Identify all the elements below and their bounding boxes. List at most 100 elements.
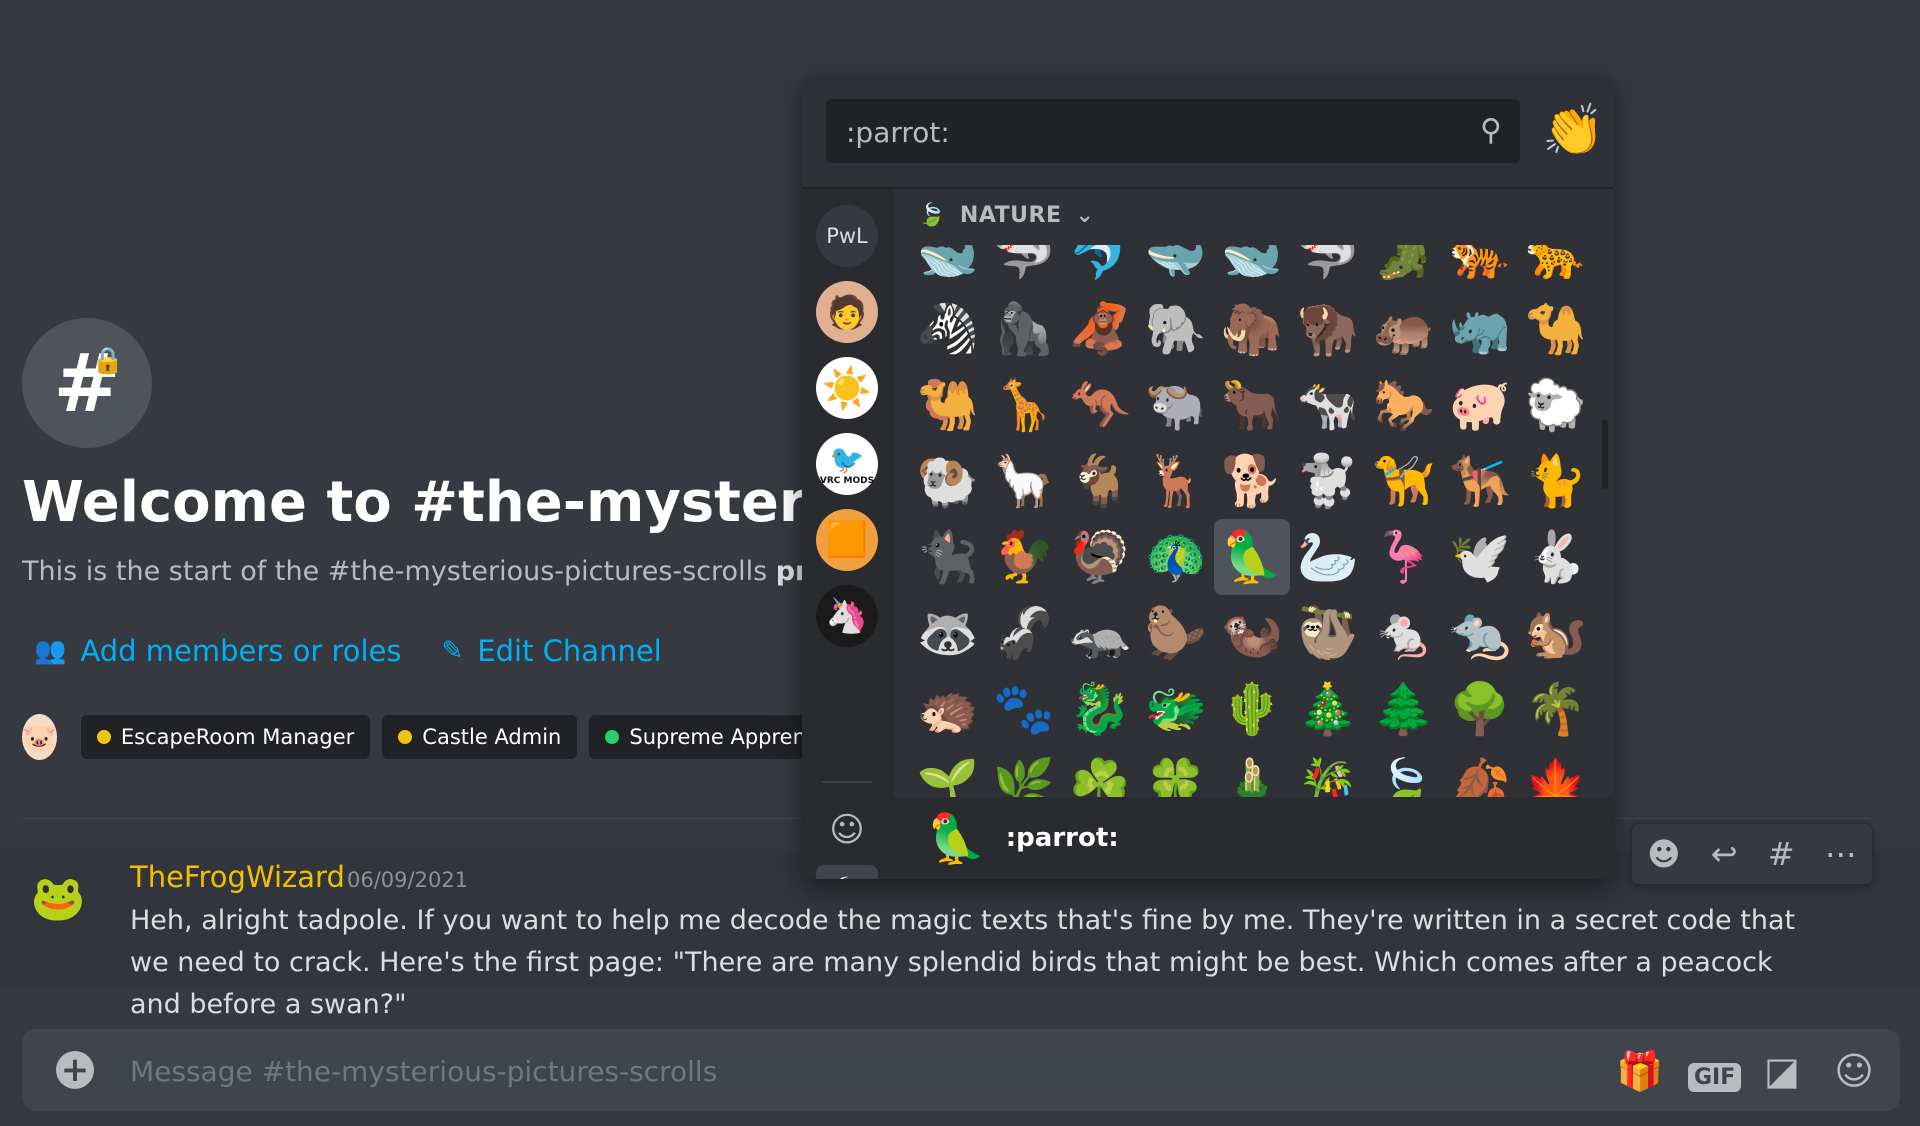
upload-plus-button[interactable]: + <box>56 1051 94 1089</box>
emoji-cell[interactable]: 🐲 <box>1138 671 1214 747</box>
add-reaction-icon[interactable]: ☻ <box>1647 835 1680 873</box>
emoji-cell[interactable]: 🍃 <box>1366 747 1442 798</box>
emoji-icon[interactable]: ☺ <box>1832 1049 1876 1093</box>
emoji-scrollbar[interactable] <box>1602 419 1608 489</box>
emoji-cell[interactable]: 🦛 <box>1366 291 1442 367</box>
emoji-cell[interactable]: 🦘 <box>1062 367 1138 443</box>
emoji-cell[interactable]: 🦥 <box>1290 595 1366 671</box>
emoji-cell[interactable]: 🦙 <box>986 443 1062 519</box>
sticker-icon[interactable]: ◪ <box>1760 1049 1804 1093</box>
emoji-search-input[interactable] <box>844 109 1448 155</box>
guild-vrcmods[interactable]: 🐦 VRC MODS <box>816 433 878 495</box>
emoji-cell[interactable]: 🐈 <box>1518 443 1594 519</box>
role-pill[interactable]: Castle Admin <box>382 715 578 759</box>
emoji-cell[interactable]: 🐋 <box>910 245 986 291</box>
skin-tone-selector-icon[interactable]: 👏 <box>1542 101 1604 160</box>
emoji-cell[interactable]: 🐪 <box>1518 291 1594 367</box>
emoji-cell[interactable]: 🦢 <box>1290 519 1366 595</box>
emoji-cell[interactable]: 🐈‍⬛ <box>910 519 986 595</box>
emoji-cell[interactable]: 🦒 <box>986 367 1062 443</box>
emoji-cell[interactable]: 🐀 <box>1442 595 1518 671</box>
emoji-cell[interactable]: 🐕‍🦺 <box>1442 443 1518 519</box>
emoji-cell[interactable]: 🎋 <box>1290 747 1366 798</box>
emoji-cell[interactable]: 🕊️ <box>1442 519 1518 595</box>
add-members-button[interactable]: 👥 Add members or roles <box>34 634 402 668</box>
emoji-cell[interactable]: 🐆 <box>1518 245 1594 291</box>
emoji-cell[interactable]: 🐕 <box>1214 443 1290 519</box>
emoji-cell[interactable]: 🎄 <box>1290 671 1366 747</box>
emoji-cell[interactable]: 🌿 <box>986 747 1062 798</box>
guild-avatar-person[interactable]: 🧑 <box>816 281 878 343</box>
emoji-cell[interactable]: 🦝 <box>910 595 986 671</box>
emoji-cell[interactable]: 🐘 <box>1138 291 1214 367</box>
emoji-cell[interactable]: 🦦 <box>1214 595 1290 671</box>
emoji-cell[interactable]: 🦍 <box>986 291 1062 367</box>
emoji-cell[interactable]: 🦌 <box>1138 443 1214 519</box>
emoji-cell[interactable]: 🦏 <box>1442 291 1518 367</box>
emoji-cell[interactable]: 🦃 <box>1062 519 1138 595</box>
gift-icon[interactable]: 🎁 <box>1616 1049 1663 1093</box>
role-pill[interactable]: Supreme Apprentice <box>589 715 812 759</box>
emoji-cell[interactable]: 🍂 <box>1442 747 1518 798</box>
emoji-cell[interactable]: 🦚 <box>1138 519 1214 595</box>
emoji-cell[interactable]: 🦓 <box>910 291 986 367</box>
emoji-cell[interactable]: 🐏 <box>910 443 986 519</box>
emoji-cell[interactable]: 🦣 <box>1214 291 1290 367</box>
role-pill[interactable]: EscapeRoom Manager <box>80 715 371 759</box>
emoji-cell[interactable]: 🦈 <box>1290 245 1366 291</box>
create-thread-icon[interactable]: # <box>1768 835 1795 873</box>
emoji-cell[interactable]: 🦔 <box>910 671 986 747</box>
emoji-cell[interactable]: 🐋 <box>1214 245 1290 291</box>
guild-pwl[interactable]: PwL <box>816 205 878 267</box>
reply-icon[interactable]: ↩ <box>1711 835 1738 873</box>
emoji-cell[interactable]: 🌳 <box>1442 671 1518 747</box>
emoji-cell[interactable]: 🐐 <box>1062 443 1138 519</box>
emoji-cell[interactable]: 🐑 <box>1518 367 1594 443</box>
emoji-cell[interactable]: ☘️ <box>1062 747 1138 798</box>
emoji-cell[interactable]: 🦡 <box>1062 595 1138 671</box>
emoji-cell[interactable]: 🐩 <box>1290 443 1366 519</box>
emoji-cell[interactable]: 🎍 <box>1214 747 1290 798</box>
emoji-cell[interactable]: 🐿️ <box>1518 595 1594 671</box>
guild-sun-icon[interactable]: ☀️ <box>816 357 878 419</box>
category-people-icon[interactable]: ☺ <box>816 799 878 861</box>
gif-button[interactable]: GIF <box>1688 1049 1742 1093</box>
emoji-cell[interactable]: 🐖 <box>1442 367 1518 443</box>
emoji-cell[interactable]: 🦧 <box>1062 291 1138 367</box>
emoji-cell[interactable]: 🌵 <box>1214 671 1290 747</box>
emoji-cell[interactable]: 🍁 <box>1518 747 1594 798</box>
emoji-cell[interactable]: 🍀 <box>1138 747 1214 798</box>
emoji-cell[interactable]: 🐬 <box>1062 245 1138 291</box>
emoji-cell[interactable]: 🦩 <box>1366 519 1442 595</box>
more-options-icon[interactable]: ⋯ <box>1825 835 1857 873</box>
edit-channel-button[interactable]: ✎ Edit Channel <box>442 634 662 668</box>
emoji-cell[interactable]: 🐓 <box>986 519 1062 595</box>
emoji-cell[interactable]: 🦜 <box>1214 519 1290 595</box>
emoji-cell[interactable]: 🐎 <box>1366 367 1442 443</box>
message-input[interactable] <box>128 1047 1282 1095</box>
emoji-cell[interactable]: 🐄 <box>1290 367 1366 443</box>
category-header[interactable]: 🍃 NATURE ⌄ <box>918 203 1094 228</box>
category-nature-icon[interactable]: 🍃 <box>816 865 878 879</box>
guild-unicorn-icon[interactable]: 🦄 <box>816 585 878 647</box>
avatar[interactable]: 🐷 <box>22 714 57 760</box>
emoji-cell[interactable]: 🐃 <box>1138 367 1214 443</box>
emoji-cell[interactable]: 🦫 <box>1138 595 1214 671</box>
emoji-cell[interactable]: 🌴 <box>1518 671 1594 747</box>
guild-cube-icon[interactable]: 🟧 <box>816 509 878 571</box>
emoji-cell[interactable]: 🦈 <box>986 245 1062 291</box>
emoji-cell[interactable]: 🦨 <box>986 595 1062 671</box>
emoji-cell[interactable]: 🌱 <box>910 747 986 798</box>
emoji-cell[interactable]: 🐫 <box>910 367 986 443</box>
emoji-cell[interactable]: 🐊 <box>1366 245 1442 291</box>
emoji-cell[interactable]: 🐅 <box>1442 245 1518 291</box>
emoji-cell[interactable]: 🐉 <box>1062 671 1138 747</box>
emoji-cell[interactable]: 🌲 <box>1366 671 1442 747</box>
emoji-cell[interactable]: 🐇 <box>1518 519 1594 595</box>
emoji-cell[interactable]: 🦬 <box>1290 291 1366 367</box>
emoji-cell[interactable]: 🐂 <box>1214 367 1290 443</box>
emoji-cell[interactable]: 🐁 <box>1366 595 1442 671</box>
message-author[interactable]: TheFrogWizard <box>130 860 345 894</box>
emoji-cell[interactable]: 🦮 <box>1366 443 1442 519</box>
emoji-cell[interactable]: 🐳 <box>1138 245 1214 291</box>
